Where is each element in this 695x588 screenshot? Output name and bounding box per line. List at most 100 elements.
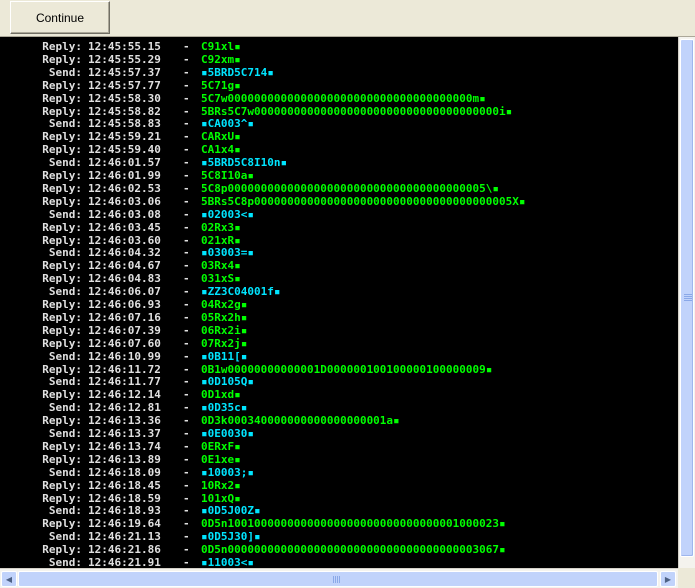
log-payload: 0D5n100100000000000000000000000000000010… xyxy=(201,517,506,531)
log-separator: - xyxy=(183,181,190,195)
scroll-right-icon[interactable]: ▶ xyxy=(660,571,676,587)
log-payload: 06Rx2i▪ xyxy=(201,323,248,337)
log-timestamp: 12:46:03.45 xyxy=(88,220,161,234)
log-direction: Send: xyxy=(48,156,82,170)
log-timestamp: 12:46:13.74 xyxy=(88,439,161,453)
log-separator: - xyxy=(183,143,190,157)
log-payload: 5C71g▪ xyxy=(201,78,241,92)
log-console[interactable]: Reply: 12:45:55.15- C91xl▪ Reply: 12:45:55.2… xyxy=(0,37,678,568)
horizontal-scroll-thumb[interactable] xyxy=(18,571,658,587)
log-direction: Reply: xyxy=(42,169,82,182)
log-payload: 5C8I10a▪ xyxy=(201,169,254,182)
log-separator: - xyxy=(183,65,190,79)
log-payload: ▪11003<▪ xyxy=(201,556,254,568)
log-timestamp: 12:45:58.30 xyxy=(88,91,161,105)
log-timestamp: 12:45:57.77 xyxy=(88,78,161,92)
log-payload: 5BRs5C8p00000000000000000000000000000000… xyxy=(201,194,526,208)
log-payload: 07Rx2j▪ xyxy=(201,336,248,350)
log-timestamp: 12:45:57.37 xyxy=(88,65,161,79)
log-direction: Reply: xyxy=(42,220,82,234)
log-direction: Reply: xyxy=(42,336,82,350)
log-separator: - xyxy=(183,517,190,531)
log-payload: 021xR▪ xyxy=(201,233,241,247)
vertical-scroll-thumb[interactable] xyxy=(680,39,694,557)
log-direction: Reply: xyxy=(42,194,82,208)
log-payload: ▪03003=▪ xyxy=(201,246,254,260)
log-payload: 5C8p000000000000000000000000000000000000… xyxy=(201,181,500,195)
horizontal-scrollbar[interactable]: ◀ ▶ xyxy=(0,568,678,588)
log-separator: - xyxy=(183,465,190,479)
log-separator: - xyxy=(183,530,190,544)
log-timestamp: 12:45:55.15 xyxy=(88,40,161,53)
scroll-left-icon[interactable]: ◀ xyxy=(1,571,17,587)
log-payload: ▪10003;▪ xyxy=(201,465,254,479)
vertical-scrollbar[interactable] xyxy=(678,37,695,568)
log-separator: - xyxy=(183,556,190,568)
log-timestamp: 12:46:03.06 xyxy=(88,194,161,208)
log-timestamp: 12:46:13.36 xyxy=(88,414,161,428)
log-payload: 04Rx2g▪ xyxy=(201,298,248,311)
log-direction: Send: xyxy=(48,375,82,389)
grip-line xyxy=(339,576,340,583)
log-payload: ▪0D5J30]▪ xyxy=(201,530,261,544)
log-payload: 10Rx2▪ xyxy=(201,478,241,492)
log-timestamp: 12:46:21.86 xyxy=(88,543,161,557)
log-timestamp: 12:46:01.57 xyxy=(88,156,161,170)
log-timestamp: 12:46:04.32 xyxy=(88,246,161,260)
log-timestamp: 12:46:10.99 xyxy=(88,349,161,363)
log-direction: Send: xyxy=(48,246,82,260)
log-timestamp: 12:46:18.45 xyxy=(88,478,161,492)
log-direction: Reply: xyxy=(42,452,82,466)
log-timestamp: 12:46:06.07 xyxy=(88,285,161,299)
log-separator: - xyxy=(183,504,190,518)
log-direction: Send: xyxy=(48,349,82,363)
log-timestamp: 12:46:07.60 xyxy=(88,336,161,350)
log-separator: - xyxy=(183,40,190,53)
log-separator: - xyxy=(183,169,190,182)
log-payload: ▪0D105Q▪ xyxy=(201,375,254,389)
log-payload: CA1x4▪ xyxy=(201,143,241,157)
log-payload: 101xQ▪ xyxy=(201,491,241,505)
log-separator: - xyxy=(183,401,190,415)
log-direction: Reply: xyxy=(42,388,82,402)
log-separator: - xyxy=(183,130,190,144)
log-separator: - xyxy=(183,207,190,221)
log-timestamp: 12:46:13.89 xyxy=(88,452,161,466)
log-payload: 5C7w000000000000000000000000000000000000… xyxy=(201,91,486,105)
log-payload: 0D3k000340000000000000000001a▪ xyxy=(201,414,400,428)
log-direction: Reply: xyxy=(42,323,82,337)
log-timestamp: 12:46:18.59 xyxy=(88,491,161,505)
log-separator: - xyxy=(183,272,190,286)
log-payload: ▪5BRD5C714▪ xyxy=(201,65,274,79)
continue-button[interactable]: Continue xyxy=(10,1,110,34)
grip-line xyxy=(684,298,692,299)
log-direction: Reply: xyxy=(42,310,82,324)
log-direction: Reply: xyxy=(42,517,82,531)
log-direction: Reply: xyxy=(42,543,82,557)
log-timestamp: 12:46:04.67 xyxy=(88,259,161,273)
log-payload: 0B1w00000000000001D000000100100000100000… xyxy=(201,362,493,376)
log-timestamp: 12:46:07.39 xyxy=(88,323,161,337)
log-separator: - xyxy=(183,156,190,170)
toolbar: Continue xyxy=(0,0,695,37)
log-separator: - xyxy=(183,285,190,299)
scrollbar-corner xyxy=(678,568,695,588)
log-separator: - xyxy=(183,104,190,118)
log-direction: Reply: xyxy=(42,78,82,92)
log-timestamp: 12:46:04.83 xyxy=(88,272,161,286)
log-payload: 05Rx2h▪ xyxy=(201,310,248,324)
log-timestamp: 12:45:58.83 xyxy=(88,117,161,131)
log-timestamp: 12:46:21.91 xyxy=(88,556,161,568)
log-payload: ▪0E0030▪ xyxy=(201,427,254,440)
log-separator: - xyxy=(183,323,190,337)
grip-line xyxy=(684,294,692,295)
log-direction: Reply: xyxy=(42,272,82,286)
log-timestamp: 12:46:12.14 xyxy=(88,388,161,402)
log-timestamp: 12:46:11.72 xyxy=(88,362,161,376)
log-separator: - xyxy=(183,427,190,440)
log-timestamp: 12:46:01.99 xyxy=(88,169,161,182)
log-separator: - xyxy=(183,375,190,389)
log-separator: - xyxy=(183,246,190,260)
log-direction: Send: xyxy=(48,530,82,544)
log-direction: Reply: xyxy=(42,259,82,273)
